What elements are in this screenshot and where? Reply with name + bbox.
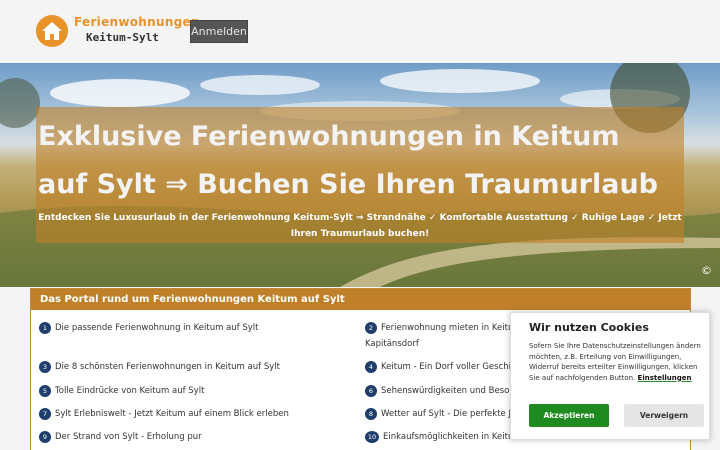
number-badge: 3 bbox=[39, 360, 51, 373]
list-item[interactable]: 8 Wetter auf Sylt - Die perfekte Jahr bbox=[365, 406, 525, 422]
list-item[interactable]: 7 Sylt Erlebniswelt - Jetzt Keitum auf ei… bbox=[39, 406, 289, 422]
list-item[interactable]: 5 Tolle Eindrücke von Keitum auf Sylt bbox=[39, 383, 204, 399]
number-badge: 8 bbox=[365, 407, 377, 420]
list-item[interactable]: 6 Sehenswürdigkeiten und Besonde bbox=[365, 383, 525, 399]
hero-subtitle: Entdecken Sie Luxusurlaub in der Ferienw… bbox=[38, 213, 682, 239]
cookie-text: Sofern Sie Ihre Datenschutzeinstellungen… bbox=[529, 341, 704, 383]
list-item-label: Ferienwohnung mieten in Keitum bbox=[381, 323, 522, 333]
list-item[interactable]: 2 Ferienwohnung mieten in Keitum Kapitänsd… bbox=[365, 320, 525, 352]
hero-title: Exklusive Ferienwohnungen in Keitum auf … bbox=[38, 121, 659, 200]
number-badge: 5 bbox=[39, 384, 51, 397]
list-item[interactable]: 4 Keitum - Ein Dorf voller Geschicht bbox=[365, 359, 524, 375]
list-item[interactable]: 3 Die 8 schönsten Ferienwohnungen in Keit… bbox=[39, 359, 280, 375]
site-header: Ferienwohnungen Keitum-Sylt Anmelden bbox=[0, 0, 720, 63]
logo-subtitle: Keitum-Sylt bbox=[86, 31, 159, 44]
number-badge: 4 bbox=[365, 360, 377, 373]
list-item-label: Einkaufsmöglichkeiten in Keitum bbox=[383, 432, 522, 442]
list-item[interactable]: 1 Die passende Ferienwohnung in Keitum au… bbox=[39, 320, 258, 336]
list-item-label: Keitum - Ein Dorf voller Geschicht bbox=[381, 362, 525, 372]
list-item-label: Der Strand von Sylt - Erholung pur bbox=[55, 432, 202, 442]
list-item[interactable]: 10 Einkaufsmöglichkeiten in Keitum bbox=[365, 429, 522, 445]
cookie-settings-link[interactable]: Einstellungen bbox=[638, 374, 692, 382]
accept-cookies-button[interactable]: Akzeptieren bbox=[529, 404, 609, 427]
hero-banner: Exklusive Ferienwohnungen in Keitum auf … bbox=[0, 63, 720, 287]
number-badge: 10 bbox=[365, 430, 379, 443]
logo-title: Ferienwohnungen bbox=[74, 15, 200, 29]
house-icon bbox=[36, 15, 68, 47]
list-item-label: Wetter auf Sylt - Die perfekte Jahr bbox=[381, 409, 526, 419]
portal-heading: Das Portal rund um Ferienwohnungen Keitu… bbox=[31, 289, 690, 310]
list-item-label: Sylt Erlebniswelt - Jetzt Keitum auf ein… bbox=[55, 409, 289, 419]
copyright-icon[interactable]: © bbox=[701, 264, 712, 277]
list-item-label-continued: Kapitänsdorf bbox=[365, 339, 419, 349]
list-item-label: Die 8 schönsten Ferienwohnungen in Keitu… bbox=[55, 362, 280, 372]
list-item-label: Sehenswürdigkeiten und Besonde bbox=[381, 386, 526, 396]
list-item-label: Tolle Eindrücke von Keitum auf Sylt bbox=[55, 386, 205, 396]
list-item-label: Die passende Ferienwohnung in Keitum auf… bbox=[55, 323, 259, 333]
list-item[interactable]: 9 Der Strand von Sylt - Erholung pur bbox=[39, 429, 202, 445]
decline-cookies-button[interactable]: Verweigern bbox=[624, 404, 704, 427]
cookie-dialog: Wir nutzen Cookies Sofern Sie Ihre Daten… bbox=[510, 312, 710, 440]
number-badge: 1 bbox=[39, 321, 51, 334]
number-badge: 7 bbox=[39, 407, 51, 420]
site-logo[interactable]: Ferienwohnungen Keitum-Sylt bbox=[36, 15, 200, 51]
number-badge: 9 bbox=[39, 430, 51, 443]
number-badge: 2 bbox=[365, 321, 377, 334]
login-button[interactable]: Anmelden bbox=[190, 20, 248, 43]
cookie-title: Wir nutzen Cookies bbox=[529, 321, 649, 334]
number-badge: 6 bbox=[365, 384, 377, 397]
